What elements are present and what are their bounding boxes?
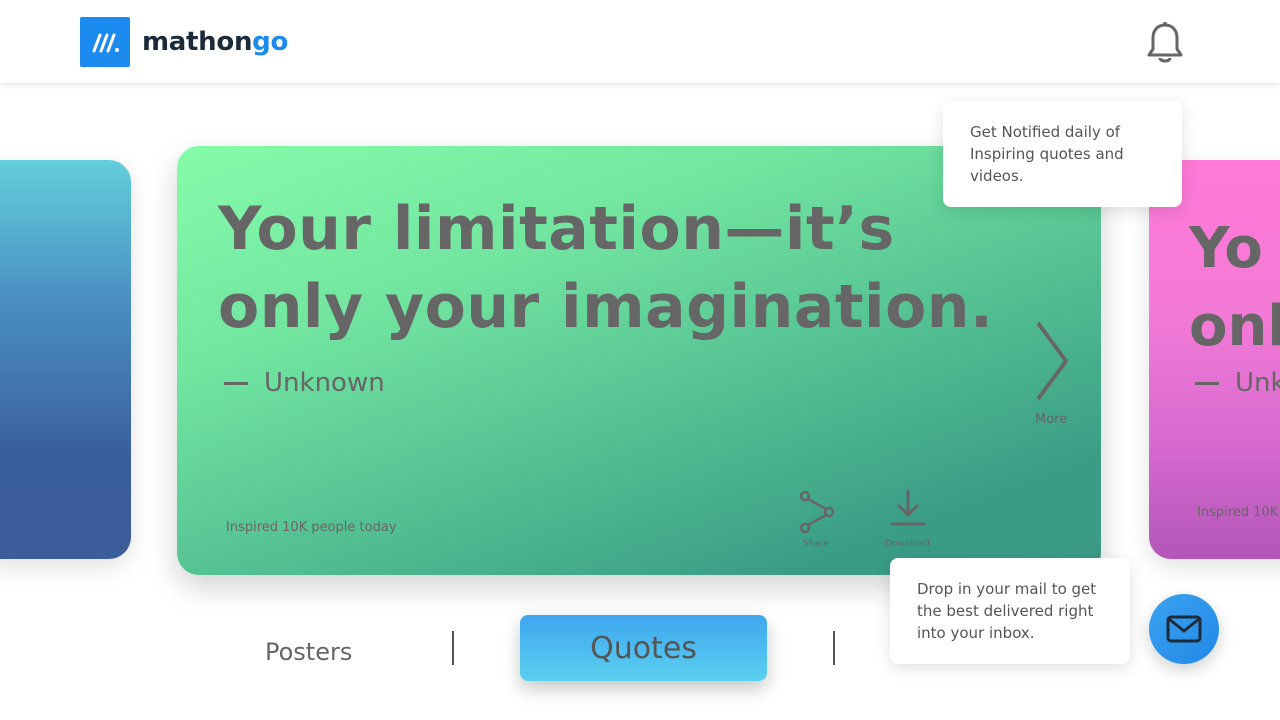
quote-card-next[interactable]: Yo onl Unk Inspired 10K: [1149, 160, 1280, 559]
quote-peek-line-2: onl: [1189, 294, 1280, 359]
inspired-count-peek: Inspired 10K: [1197, 505, 1279, 520]
quote-line-2: only your imagination.: [218, 272, 994, 342]
quote-peek-line-1: Yo: [1189, 216, 1263, 281]
logo-text-main: mathon: [142, 27, 253, 57]
mathongo-logo[interactable]: mathongo: [80, 17, 288, 67]
notify-tooltip: Get Notified daily of Inspiring quotes a…: [943, 101, 1182, 207]
share-icon[interactable]: [799, 490, 835, 534]
quote-text-peek: Yo onl: [1189, 210, 1280, 366]
mail-icon: [1166, 615, 1202, 643]
top-header: mathongo: [0, 0, 1280, 83]
author-name: Unknown: [264, 368, 385, 398]
logo-text-accent: go: [252, 27, 289, 57]
mail-tooltip: Drop in your mail to get the best delive…: [890, 558, 1130, 664]
chevron-right-icon[interactable]: [1034, 321, 1070, 401]
quote-author-peek: Unk: [1195, 368, 1280, 398]
author-dash: [1195, 381, 1219, 385]
share-label[interactable]: Share: [803, 539, 829, 549]
quote-author: Unknown: [224, 368, 385, 398]
tab-divider: [452, 631, 454, 665]
more-label[interactable]: More: [1035, 412, 1067, 427]
tab-divider: [833, 631, 835, 665]
mathongo-logo-icon: [80, 17, 130, 67]
quote-line-1: Your limitation—it’s: [218, 194, 895, 264]
logo-wordmark: mathongo: [142, 27, 288, 57]
download-icon[interactable]: [889, 488, 927, 528]
mail-button[interactable]: [1149, 594, 1219, 664]
author-dash: [224, 381, 248, 385]
tab-posters[interactable]: Posters: [265, 638, 352, 666]
bell-icon[interactable]: [1146, 22, 1184, 66]
download-label[interactable]: Download: [885, 539, 930, 549]
tab-quotes[interactable]: Quotes: [520, 615, 767, 681]
quote-text: Your limitation—it’s only your imaginati…: [218, 190, 993, 346]
quote-card-previous[interactable]: [0, 160, 131, 559]
inspired-count: Inspired 10K people today: [226, 520, 397, 535]
quote-card-current: Your limitation—it’s only your imaginati…: [177, 146, 1101, 575]
author-name-peek: Unk: [1235, 368, 1280, 398]
